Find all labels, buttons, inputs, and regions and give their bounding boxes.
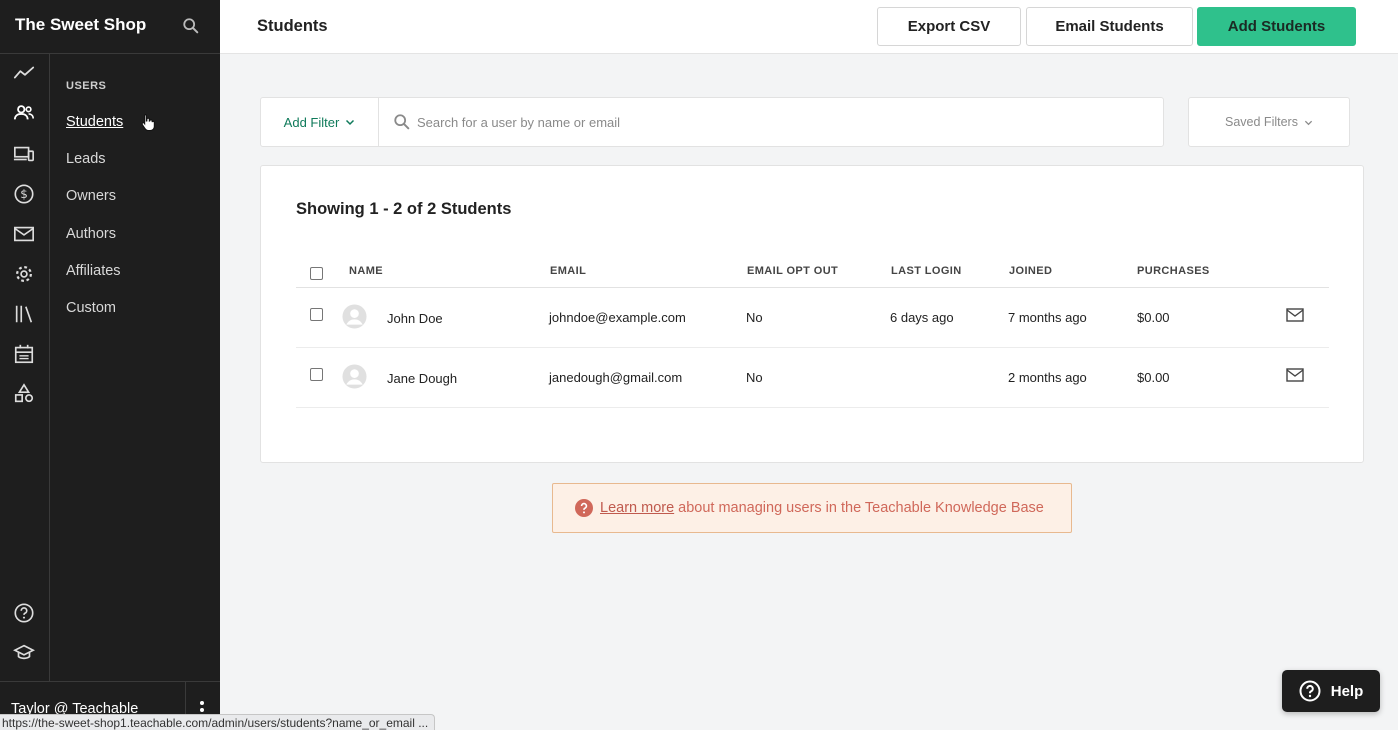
email-student-icon[interactable] [1286,308,1304,322]
mail-icon[interactable] [12,222,36,246]
search-icon[interactable] [182,17,200,35]
select-all-checkbox[interactable] [310,267,323,280]
column-last-login[interactable]: LAST LOGIN [891,265,962,277]
icon-rail: $ [0,54,50,681]
sidebar-item-students[interactable]: Students [66,114,123,130]
student-opt-out: No [746,310,763,325]
search-icon [394,114,410,130]
chevron-down-icon [1304,120,1313,125]
dollar-icon[interactable]: $ [12,182,36,206]
help-button[interactable]: Help [1282,670,1380,712]
export-csv-button[interactable]: Export CSV [877,7,1021,46]
avatar [342,364,367,389]
school-name[interactable]: The Sweet Shop [15,15,146,35]
hand-cursor-icon [141,114,155,131]
column-email-opt-out[interactable]: EMAIL OPT OUT [747,265,838,277]
sidebar-item-authors[interactable]: Authors [66,226,116,242]
student-last-login: 6 days ago [890,310,954,325]
library-icon[interactable] [12,302,36,326]
column-joined[interactable]: JOINED [1009,265,1052,277]
search-input[interactable] [417,108,1147,136]
graduation-cap-icon[interactable] [12,641,36,665]
column-name[interactable]: NAME [349,265,383,277]
browser-status-url: https://the-sweet-shop1.teachable.com/ad… [0,714,436,730]
submenu-title: USERS [66,80,107,92]
student-purchases: $0.00 [1137,370,1170,385]
row-checkbox[interactable] [310,368,323,381]
learn-more-link[interactable]: Learn more [600,500,674,516]
kb-banner-text: about managing users in the Teachable Kn… [678,500,1044,516]
sidebar: The Sweet Shop $ USERS Students Leads Ow… [0,0,220,730]
student-purchases: $0.00 [1137,310,1170,325]
page-title: Students [257,17,328,35]
column-email[interactable]: EMAIL [550,265,586,277]
analytics-icon[interactable] [12,61,36,85]
table-row[interactable]: John Doe johndoe@example.com No 6 days a… [296,288,1329,348]
email-students-button[interactable]: Email Students [1026,7,1193,46]
column-purchases[interactable]: PURCHASES [1137,265,1210,277]
sidebar-item-custom[interactable]: Custom [66,300,116,316]
sidebar-header: The Sweet Shop [0,0,220,54]
help-circle-icon [1299,680,1321,702]
students-card: Showing 1 - 2 of 2 Students NAME EMAIL E… [260,165,1364,463]
saved-filters-dropdown[interactable]: Saved Filters [1188,97,1350,147]
student-name[interactable]: John Doe [387,311,443,326]
saved-filters-label: Saved Filters [1225,115,1298,129]
avatar [342,304,367,329]
question-circle-icon [575,499,593,517]
add-students-button[interactable]: Add Students [1197,7,1356,46]
users-icon[interactable] [12,101,36,125]
student-email: janedough@gmail.com [549,370,683,385]
student-email: johndoe@example.com [549,310,686,325]
table-header: NAME EMAIL EMAIL OPT OUT LAST LOGIN JOIN… [296,260,1329,288]
shapes-icon[interactable] [12,382,36,406]
sidebar-item-affiliates[interactable]: Affiliates [66,263,121,279]
sidebar-item-leads[interactable]: Leads [66,151,106,167]
gear-icon[interactable] [12,262,36,286]
student-joined: 7 months ago [1008,310,1087,325]
top-bar: Students Export CSV Email Students Add S… [220,0,1398,54]
help-circle-icon[interactable] [12,601,36,625]
email-student-icon[interactable] [1286,368,1304,382]
calendar-icon[interactable] [12,342,36,366]
row-checkbox[interactable] [310,308,323,321]
student-joined: 2 months ago [1008,370,1087,385]
table-row[interactable]: Jane Dough janedough@gmail.com No 2 mont… [296,348,1329,408]
knowledge-base-banner: Learn more about managing users in the T… [552,483,1072,533]
sidebar-item-owners[interactable]: Owners [66,188,116,204]
add-filter-label: Add Filter [283,114,340,130]
svg-text:$: $ [20,187,28,201]
add-filter-dropdown[interactable]: Add Filter [261,98,379,146]
chevron-down-icon [346,119,355,126]
results-count: Showing 1 - 2 of 2 Students [296,200,512,218]
student-name[interactable]: Jane Dough [387,371,457,386]
student-opt-out: No [746,370,763,385]
help-label: Help [1330,682,1364,700]
filter-bar: Add Filter [260,97,1164,147]
devices-icon[interactable] [12,142,36,166]
